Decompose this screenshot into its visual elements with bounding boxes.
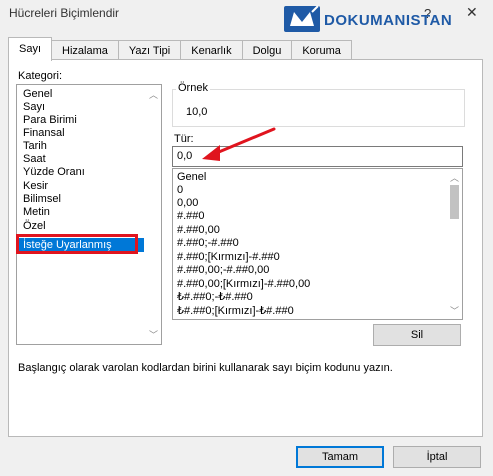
- red-arrow-annotation: [202, 127, 276, 161]
- format-scrollbar[interactable]: ︿ ﹀: [447, 169, 462, 319]
- format-item[interactable]: #.##0,00: [177, 224, 220, 237]
- category-item-tarih[interactable]: Tarih: [23, 141, 47, 152]
- category-item-ozel[interactable]: Özel: [23, 221, 46, 232]
- scroll-up-icon[interactable]: ︿: [450, 171, 459, 184]
- tab-dolgu[interactable]: Dolgu: [241, 40, 293, 61]
- scroll-up-icon[interactable]: ︿: [149, 88, 158, 101]
- category-item-yuzde[interactable]: Yüzde Oranı: [23, 167, 85, 178]
- category-item-genel[interactable]: Genel: [23, 89, 52, 100]
- category-item-sayi[interactable]: Sayı: [23, 102, 45, 113]
- tab-sayi[interactable]: Sayı: [8, 37, 52, 61]
- tab-yazi-tipi[interactable]: Yazı Tipi: [117, 40, 182, 61]
- tab-bar: Sayı Hizalama Yazı Tipi Kenarlık Dolgu K…: [8, 37, 352, 61]
- scroll-down-icon[interactable]: ﹀: [450, 304, 459, 317]
- format-code-list[interactable]: Genel 0 0,00 #.##0 #.##0,00 #.##0;-#.##0…: [172, 168, 463, 320]
- tab-hizalama[interactable]: Hizalama: [51, 40, 119, 61]
- tab-kenarlik[interactable]: Kenarlık: [180, 40, 243, 61]
- format-item[interactable]: 0: [177, 184, 183, 197]
- format-item[interactable]: ₺#.##0;[Kırmızı]-₺#.##0: [177, 305, 294, 318]
- type-input-value: 0,0: [177, 150, 193, 162]
- format-item[interactable]: ₺#.##0;-₺#.##0: [177, 291, 253, 304]
- watermark-text: DOKUMANISTAN: [324, 11, 453, 29]
- window-title: Hücreleri Biçimlendir: [9, 6, 120, 20]
- category-item-para-birimi[interactable]: Para Birimi: [23, 115, 77, 126]
- format-item[interactable]: #.##0,00;-#.##0,00: [177, 264, 269, 277]
- category-item-finansal[interactable]: Finansal: [23, 128, 65, 139]
- category-scrollbar[interactable]: ︿ ﹀: [146, 85, 161, 344]
- category-item-kesir[interactable]: Kesir: [23, 181, 48, 192]
- category-item-saat[interactable]: Saat: [23, 154, 46, 165]
- sample-value: 10,0: [186, 106, 208, 118]
- scroll-down-icon[interactable]: ﹀: [149, 328, 158, 341]
- logo-icon: [282, 4, 322, 36]
- category-item-bilimsel[interactable]: Bilimsel: [23, 194, 61, 205]
- description-text: Başlangıç olarak varolan kodlardan birin…: [18, 362, 393, 374]
- scroll-thumb[interactable]: [450, 185, 459, 219]
- format-item[interactable]: #.##0;[Kırmızı]-#.##0: [177, 251, 280, 264]
- category-item-metin[interactable]: Metin: [23, 207, 50, 218]
- watermark-logo: DOKUMANISTAN: [282, 0, 493, 40]
- cancel-button[interactable]: İptal: [393, 446, 481, 468]
- delete-button[interactable]: Sil: [373, 324, 461, 346]
- sample-label: Örnek: [176, 82, 210, 94]
- highlight-box-annotation: [16, 234, 138, 254]
- ok-button[interactable]: Tamam: [296, 446, 384, 468]
- sample-group: [172, 89, 465, 127]
- format-item[interactable]: Genel: [177, 171, 206, 184]
- format-item[interactable]: #.##0;-#.##0: [177, 237, 239, 250]
- tab-koruma[interactable]: Koruma: [291, 40, 352, 61]
- format-item[interactable]: #.##0: [177, 210, 205, 223]
- category-list[interactable]: Genel Sayı Para Birimi Finansal Tarih Sa…: [16, 84, 162, 345]
- format-item[interactable]: #.##0,00;[Kırmızı]-#.##0,00: [177, 278, 310, 291]
- format-item[interactable]: 0,00: [177, 197, 198, 210]
- category-label: Kategori:: [18, 70, 63, 82]
- type-label: Tür:: [174, 133, 194, 145]
